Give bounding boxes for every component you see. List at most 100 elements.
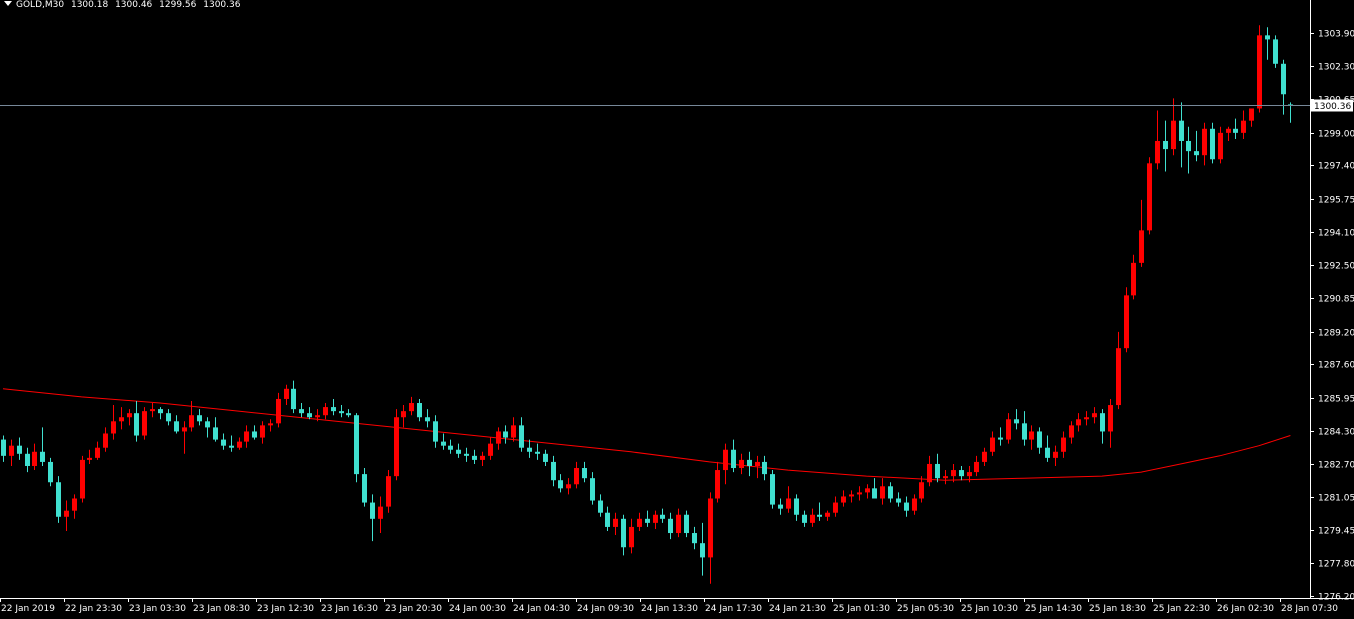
- candle-body: [849, 494, 854, 497]
- candle-body: [307, 413, 312, 418]
- candle-body: [64, 510, 69, 517]
- candle-body: [370, 502, 375, 519]
- candle-body: [95, 447, 100, 458]
- time-tick-label: 24 Jan 21:30: [769, 604, 826, 614]
- price-tick-label: 1297.40: [1318, 162, 1354, 172]
- candle-body: [1053, 451, 1058, 458]
- price-tick-label: 1282.70: [1318, 461, 1354, 471]
- candle-body: [551, 461, 556, 481]
- candle-body: [841, 496, 846, 503]
- candle-body: [637, 518, 642, 527]
- candle-body: [480, 455, 485, 460]
- current-price-label: 1300.36: [1314, 102, 1351, 112]
- candle-body: [582, 468, 587, 479]
- time-tick-label: 23 Jan 16:30: [321, 604, 378, 614]
- time-tick-label: 22 Jan 23:30: [65, 604, 122, 614]
- candle-body: [668, 518, 673, 534]
- candle-body: [535, 451, 540, 454]
- price-tick-label: 1292.50: [1318, 262, 1354, 272]
- candle-body: [1257, 35, 1262, 109]
- candle-body: [1194, 151, 1199, 156]
- candle-body: [268, 423, 273, 426]
- candle-body: [401, 411, 406, 418]
- candle-body: [629, 526, 634, 548]
- time-tick-label: 23 Jan 20:30: [385, 604, 442, 614]
- candle-body: [394, 417, 399, 477]
- price-tick-label: 1276.20: [1318, 593, 1354, 603]
- candle-body: [417, 403, 422, 418]
- candle-body: [888, 486, 893, 499]
- candle-body: [433, 421, 438, 442]
- price-tick-label: 1279.45: [1318, 527, 1354, 537]
- candle-body: [472, 455, 477, 460]
- time-tick-label: 24 Jan 09:30: [577, 604, 634, 614]
- candle-body: [331, 407, 336, 412]
- price-tick-label: 1281.05: [1318, 494, 1354, 504]
- candle-body: [425, 417, 430, 422]
- candle-body: [1116, 348, 1121, 406]
- candle-body: [142, 411, 147, 436]
- candle-body: [558, 480, 563, 489]
- candle-body: [503, 431, 508, 438]
- candle-body: [72, 498, 77, 511]
- candle-body: [9, 445, 14, 456]
- candle-body: [990, 437, 995, 452]
- candle-body: [762, 461, 767, 475]
- price-tick-label: 1277.80: [1318, 560, 1354, 570]
- price-tick-label: 1290.85: [1318, 295, 1354, 305]
- candle-body: [731, 449, 736, 469]
- candle-body: [982, 451, 987, 462]
- candle-body: [935, 463, 940, 479]
- candle-body: [464, 453, 469, 456]
- candle-body: [409, 403, 414, 412]
- candle-body: [1037, 431, 1042, 448]
- candle-body: [786, 498, 791, 509]
- price-tick-label: 1295.75: [1318, 196, 1354, 206]
- candle-body: [833, 502, 838, 513]
- candle-body: [1163, 140, 1168, 150]
- candle-body: [880, 486, 885, 499]
- candlestick-chart[interactable]: 1303.901302.301300.651299.001297.401295.…: [0, 0, 1354, 619]
- candle-body: [825, 512, 830, 517]
- time-tick-label: 28 Jan 07:30: [1281, 604, 1338, 614]
- time-tick-label: 25 Jan 18:30: [1089, 604, 1146, 614]
- candle-body: [700, 543, 705, 558]
- time-tick-label: 22 Jan 2019: [1, 604, 55, 614]
- time-tick-label: 24 Jan 00:30: [449, 604, 506, 614]
- candle-body: [778, 504, 783, 509]
- time-tick-label: 24 Jan 04:30: [513, 604, 570, 614]
- candle-body: [1171, 120, 1176, 150]
- candle-body: [1022, 423, 1027, 440]
- candle-body: [684, 514, 689, 534]
- candle-body: [205, 421, 210, 428]
- candle-body: [1092, 413, 1097, 418]
- candle-body: [645, 518, 650, 523]
- candle-body: [896, 498, 901, 503]
- candle-body: [723, 449, 728, 471]
- candle-body: [127, 413, 132, 418]
- candle-body: [865, 488, 870, 493]
- candle-body: [1281, 63, 1286, 95]
- price-tick-label: 1303.90: [1318, 30, 1354, 40]
- candle-body: [237, 441, 242, 448]
- candle-body: [1233, 128, 1238, 133]
- candle-body: [197, 415, 202, 422]
- candle-body: [1006, 419, 1011, 440]
- candle-body: [291, 388, 296, 410]
- price-tick-label: 1285.95: [1318, 395, 1354, 405]
- candle-body: [354, 415, 359, 475]
- candle-body: [56, 482, 61, 517]
- candle-body: [653, 514, 658, 523]
- candle-body: [229, 445, 234, 448]
- candle-body: [904, 502, 909, 511]
- candle-body: [519, 425, 524, 448]
- candle-body: [794, 498, 799, 515]
- candle-body: [912, 498, 917, 511]
- price-tick-label: 1284.30: [1318, 428, 1354, 438]
- price-tick-label: 1299.00: [1318, 130, 1354, 140]
- candle-body: [488, 443, 493, 456]
- candle-body: [1108, 405, 1113, 432]
- candle-body: [959, 470, 964, 477]
- candle-body: [1014, 419, 1019, 424]
- candle-body: [810, 514, 815, 523]
